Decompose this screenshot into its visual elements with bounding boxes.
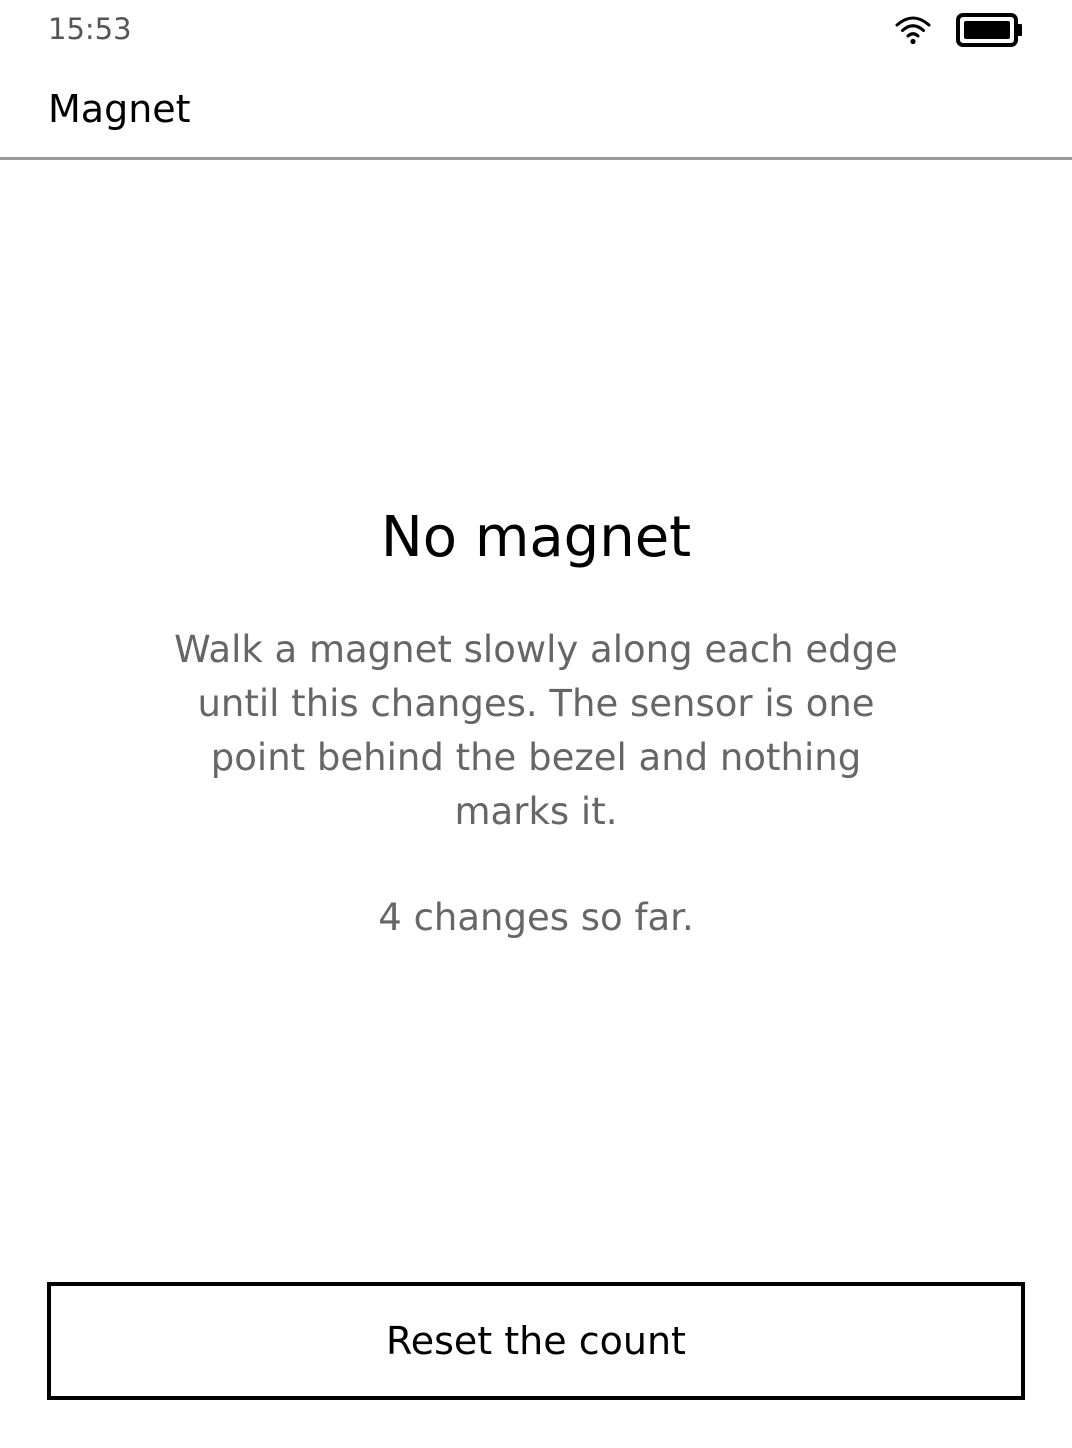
wifi-icon — [894, 14, 932, 46]
battery-full-icon — [956, 12, 1024, 48]
reset-count-button[interactable]: Reset the count — [47, 1282, 1025, 1400]
status-bar: 15:53 — [0, 0, 1072, 60]
main-content: No magnet Walk a magnet slowly along eac… — [0, 163, 1072, 1263]
instructions-text: Walk a magnet slowly along each edge unt… — [174, 628, 898, 833]
app-header: Magnet — [0, 60, 1072, 160]
magnet-status-heading: No magnet — [380, 505, 692, 570]
page-title: Magnet — [48, 87, 191, 131]
change-count-text: 4 changes so far. — [378, 896, 694, 939]
status-time: 15:53 — [48, 12, 132, 46]
